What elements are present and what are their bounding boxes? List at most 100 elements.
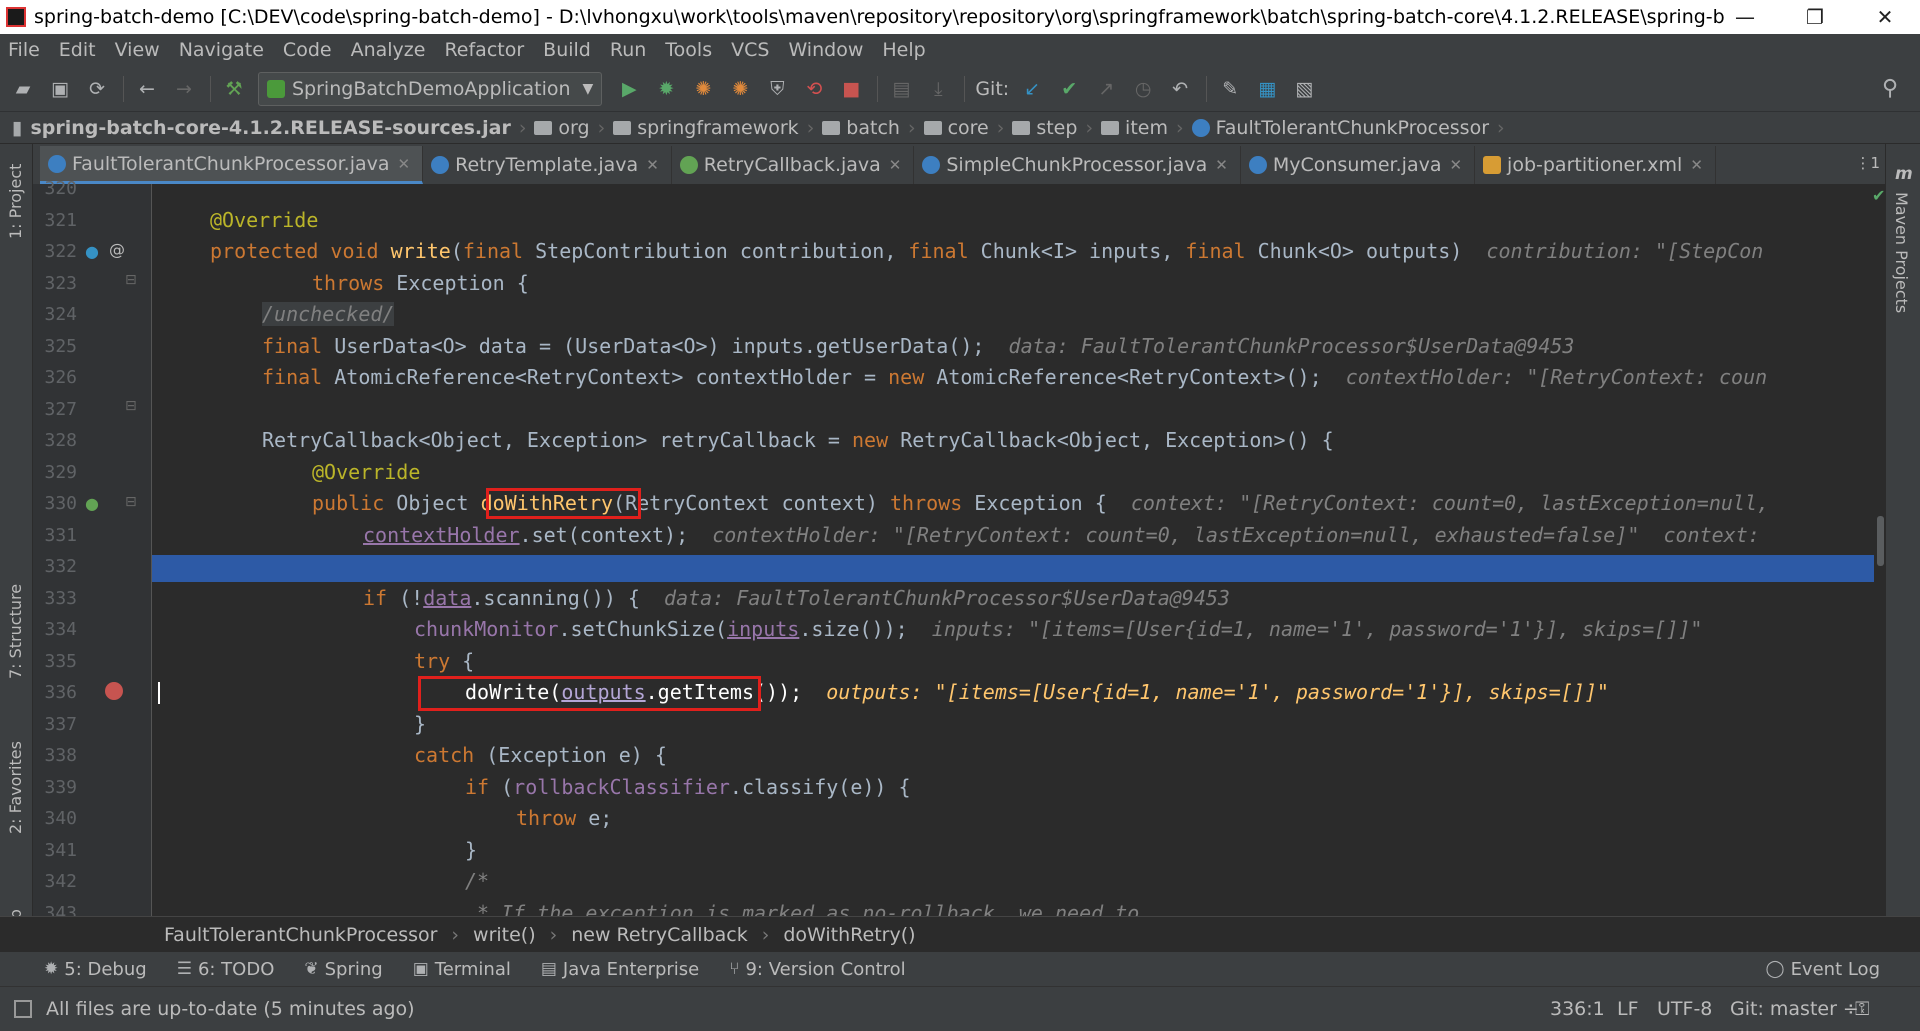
nav-item[interactable]: item <box>1125 117 1168 139</box>
menu-file[interactable]: File <box>8 39 40 61</box>
tool-event-log[interactable]: ◯ Event Log <box>1766 959 1880 980</box>
line-separator[interactable]: LF <box>1617 998 1639 1020</box>
run-configuration-select[interactable]: SpringBatchDemoApplication ▼ <box>258 71 603 106</box>
tab-myconsumer[interactable]: MyConsumer.java ✕ <box>1241 146 1476 184</box>
nav-springframework[interactable]: springframework <box>637 117 798 139</box>
git-push-icon[interactable]: ↗ <box>1093 76 1119 102</box>
open-folder-icon[interactable]: ▰ <box>10 76 36 102</box>
git-revert-icon[interactable]: ↶ <box>1167 76 1193 102</box>
sdk-manager-icon[interactable]: ▧ <box>1291 76 1317 102</box>
save-icon[interactable]: ▣ <box>47 76 73 102</box>
menu-tools[interactable]: Tools <box>665 39 712 61</box>
forward-arrow-icon[interactable]: → <box>171 76 197 102</box>
line-334: chunkMonitor.setChunkSize(inputs.size())… <box>414 617 1703 641</box>
rerun-icon[interactable]: ⟲ <box>801 76 827 102</box>
minimize-button[interactable]: — <box>1710 0 1780 34</box>
sync-icon[interactable]: ⟳ <box>84 76 110 102</box>
debug-bug-icon[interactable]: ✹ <box>653 76 679 102</box>
java-class-icon <box>431 156 450 174</box>
tab-simplechunkprocessor[interactable]: SimpleChunkProcessor.java ✕ <box>914 146 1241 184</box>
attach-debugger-icon[interactable]: ⛨ <box>764 76 790 102</box>
menu-refactor[interactable]: Refactor <box>444 39 524 61</box>
close-tab-icon[interactable]: ✕ <box>646 156 659 174</box>
close-tab-icon[interactable]: ✕ <box>1215 156 1228 174</box>
fold-icon[interactable]: ⊟ <box>125 272 137 288</box>
tab-retrytemplate[interactable]: RetryTemplate.java ✕ <box>423 146 672 184</box>
crumb-dowithretry[interactable]: doWithRetry() <box>783 924 915 946</box>
menu-code[interactable]: Code <box>283 39 332 61</box>
implement-marker-icon[interactable]: ● <box>85 494 99 513</box>
nav-batch[interactable]: batch <box>846 117 900 139</box>
git-history-icon[interactable]: ◷ <box>1130 76 1156 102</box>
nav-class[interactable]: FaultTolerantChunkProcessor <box>1216 117 1489 139</box>
close-tab-icon[interactable]: ✕ <box>1690 156 1703 174</box>
fold-icon[interactable]: ⊟ <box>125 398 137 414</box>
back-arrow-icon[interactable]: ← <box>134 76 160 102</box>
breakpoint-icon[interactable] <box>105 682 123 700</box>
menu-vcs[interactable]: VCS <box>731 39 769 61</box>
build-artifact-icon[interactable]: ▤ <box>888 76 914 102</box>
restore-button[interactable]: ❐ <box>1780 0 1850 34</box>
nav-step[interactable]: step <box>1036 117 1077 139</box>
nav-org[interactable]: org <box>558 117 589 139</box>
menu-run[interactable]: Run <box>610 39 646 61</box>
git-commit-icon[interactable]: ✔ <box>1056 76 1082 102</box>
menu-help[interactable]: Help <box>882 39 925 61</box>
menu-navigate[interactable]: Navigate <box>179 39 264 61</box>
search-icon[interactable]: ⚲ <box>1877 76 1903 102</box>
tool-terminal[interactable]: ▣ Terminal <box>413 959 511 980</box>
code-editor[interactable]: @Override protected void write(final Ste… <box>152 184 1886 916</box>
tool-spring[interactable]: ❦ Spring <box>304 959 382 980</box>
build-hammer-icon[interactable]: ⚒ <box>221 76 247 102</box>
tab-faulttolerantchunkprocessor[interactable]: FaultTolerantChunkProcessor.java ✕ <box>40 146 424 184</box>
stop-icon[interactable]: ■ <box>838 76 864 102</box>
menu-window[interactable]: Window <box>788 39 863 61</box>
file-encoding[interactable]: UTF-8 <box>1657 998 1712 1020</box>
settings-wrench-icon[interactable]: ✎ <box>1217 76 1243 102</box>
nav-jar[interactable]: spring-batch-core-4.1.2.RELEASE-sources.… <box>30 117 510 139</box>
menu-analyze[interactable]: Analyze <box>351 39 426 61</box>
download-icon[interactable]: ⤓ <box>925 76 951 102</box>
line-number: 332 <box>44 556 77 577</box>
override-marker-icon[interactable]: ● <box>85 242 99 261</box>
menu-build[interactable]: Build <box>543 39 591 61</box>
tab-list-menu[interactable]: ⋮1 <box>1855 154 1880 172</box>
tool-java-enterprise[interactable]: ▤ Java Enterprise <box>541 959 699 980</box>
caret-position[interactable]: 336:1 <box>1550 998 1605 1020</box>
lock-icon[interactable]: ⚿ <box>1855 998 1869 1020</box>
run-icon[interactable]: ▶ <box>616 76 642 102</box>
close-tab-icon[interactable]: ✕ <box>889 156 902 174</box>
toggle-tool-windows-icon[interactable] <box>14 1000 32 1018</box>
profile-icon[interactable]: ✺ <box>727 76 753 102</box>
tab-retrycallback[interactable]: RetryCallback.java ✕ <box>672 146 915 184</box>
crumb-write[interactable]: write() <box>473 924 536 946</box>
crumb-new-retrycallback[interactable]: new RetryCallback <box>571 924 747 946</box>
tool-maven-projects[interactable]: Maven Projects <box>1892 192 1911 313</box>
line-342: /* <box>465 869 490 893</box>
run-with-coverage-icon[interactable]: ✺ <box>690 76 716 102</box>
fold-icon[interactable]: ⊟ <box>125 494 137 510</box>
tool-debug[interactable]: ✹ 5: Debug <box>44 959 147 980</box>
close-tab-icon[interactable]: ✕ <box>1449 156 1462 174</box>
tool-project[interactable]: 1: Project <box>6 164 25 239</box>
tab-job-partitioner-xml[interactable]: job-partitioner.xml ✕ <box>1475 146 1716 184</box>
tool-version-control[interactable]: ⑂ 9: Version Control <box>729 959 905 980</box>
menu-view[interactable]: View <box>115 39 160 61</box>
crumb-class[interactable]: FaultTolerantChunkProcessor <box>164 924 437 946</box>
project-structure-icon[interactable]: ▦ <box>1254 76 1280 102</box>
tool-todo[interactable]: ☰ 6: TODO <box>177 959 275 980</box>
git-branch[interactable]: Git: master ÷ <box>1730 998 1859 1020</box>
line-number: 329 <box>44 461 77 483</box>
scrollbar-thumb[interactable] <box>1877 516 1884 566</box>
close-button[interactable]: ✕ <box>1850 0 1920 34</box>
editor-tabs: FaultTolerantChunkProcessor.java ✕ Retry… <box>0 144 1920 184</box>
editor-scrollbar[interactable]: ✔ <box>1872 184 1886 916</box>
menu-edit[interactable]: Edit <box>59 39 96 61</box>
line-number: 334 <box>44 619 77 640</box>
tool-structure[interactable]: 7: Structure <box>6 584 25 679</box>
tool-favorites[interactable]: 2: Favorites <box>6 741 25 834</box>
git-update-icon[interactable]: ↙ <box>1019 76 1045 102</box>
close-tab-icon[interactable]: ✕ <box>398 155 411 173</box>
nav-core[interactable]: core <box>948 117 989 139</box>
